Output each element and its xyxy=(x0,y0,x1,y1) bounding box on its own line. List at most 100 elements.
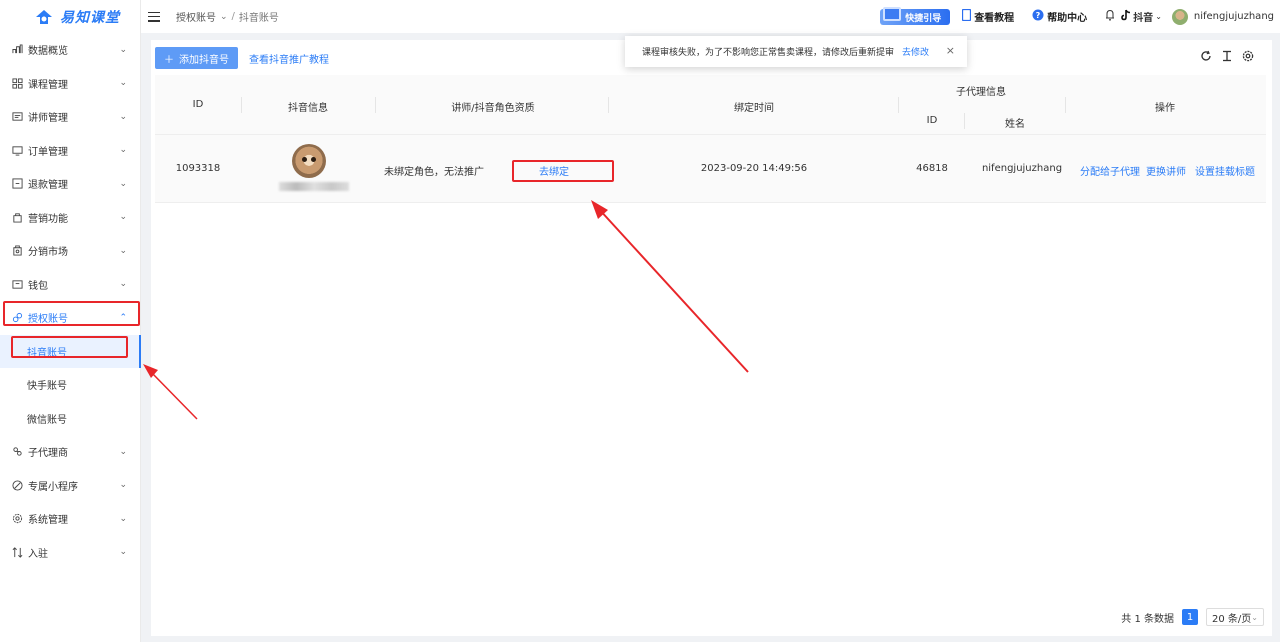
help-center-label: 帮助中心 xyxy=(1047,13,1088,24)
notice-popup: 课程审核失败，为了不影响您正常售卖课程，请修改后重新提审 去修改 × xyxy=(625,36,967,67)
gear-icon[interactable] xyxy=(1242,50,1254,65)
notice-fix-link[interactable]: 去修改 xyxy=(902,45,929,58)
avatar xyxy=(1171,8,1188,25)
douyin-tutorial-link[interactable]: 查看抖音推广教程 xyxy=(249,51,329,66)
sidebar-item-marketing[interactable]: 营销功能 ⌄ xyxy=(0,201,141,235)
bind-role-link[interactable]: 去绑定 xyxy=(515,163,593,178)
col-header-actions: 操作 xyxy=(1155,103,1175,114)
sidebar-item-join[interactable]: 入驻 ⌄ xyxy=(0,536,141,570)
refund-icon xyxy=(11,178,23,190)
sidebar-item-label: 数据概览 xyxy=(28,46,68,58)
set-mount-title-link[interactable]: 设置挂载标题 xyxy=(1195,163,1255,178)
refresh-icon[interactable] xyxy=(1200,50,1212,65)
sidebar-item-miniapp[interactable]: 专属小程序 ⌄ xyxy=(0,469,141,503)
breadcrumb-separator: / xyxy=(231,11,235,22)
col-header-douyin-info: 抖音信息 xyxy=(288,103,328,114)
chevron-down-icon: ⌄ xyxy=(119,245,127,256)
order-icon xyxy=(11,144,23,156)
chevron-down-icon: ⌄ xyxy=(119,111,127,122)
help-icon: ? xyxy=(1032,9,1044,24)
sidebar-subitem-wechat[interactable]: 微信账号 xyxy=(0,402,141,436)
platform-switcher[interactable]: 抖音 ⌄ xyxy=(1121,9,1162,24)
sidebar-subitem-douyin[interactable]: 抖音账号 xyxy=(0,334,141,368)
link-icon xyxy=(11,312,23,324)
sidebar-item-system[interactable]: 系统管理 ⌄ xyxy=(0,502,141,536)
quick-guide-label: 快捷引导 xyxy=(905,13,942,24)
chevron-down-icon: ⌄ xyxy=(119,212,127,223)
breadcrumb-parent[interactable]: 授权账号 xyxy=(176,9,216,24)
sidebar-item-label: 订单管理 xyxy=(28,146,68,158)
sidebar-item-market[interactable]: 分销市场 ⌄ xyxy=(0,234,141,268)
chevron-down-icon: ⌄ xyxy=(119,480,127,491)
sidebar-item-wallet[interactable]: 钱包 ⌄ xyxy=(0,268,141,302)
sidebar-item-label: 讲师管理 xyxy=(28,113,68,125)
accounts-table: ID 抖音信息 讲师/抖音角色资质 绑定时间 子代理信息 ID 姓名 操作 10… xyxy=(155,75,1266,203)
chevron-down-icon: ⌄ xyxy=(119,513,127,524)
cell-bind-time: 2023-09-20 14:49:56 xyxy=(700,163,808,174)
cell-sub-agent-id: 46818 xyxy=(916,163,948,174)
chevron-down-icon: ⌄ xyxy=(1155,12,1162,21)
sidebar-item-label: 子代理商 xyxy=(28,448,68,460)
plus-icon: ＋ xyxy=(164,54,174,66)
sidebar-item-orders[interactable]: 订单管理 ⌄ xyxy=(0,134,141,168)
tutorial-link[interactable]: 查看教程 xyxy=(962,8,1015,24)
sidebar-item-teachers[interactable]: 讲师管理 ⌄ xyxy=(0,100,141,134)
page-size-value: 20 条/页 xyxy=(1212,613,1252,625)
sidebar-item-label: 营销功能 xyxy=(28,213,68,225)
main-content: ＋ 添加抖音号 查看抖音推广教程 课程审核失败，为了不影响您正常售卖课程，请修改… xyxy=(151,36,1272,636)
page-size-select[interactable]: 20 条/页 ⌄ xyxy=(1206,608,1264,626)
sidebar-subitem-kuaishou[interactable]: 快手账号 xyxy=(0,368,141,402)
add-douyin-button[interactable]: ＋ 添加抖音号 xyxy=(155,47,238,69)
marketing-icon xyxy=(11,211,23,223)
column-height-icon[interactable] xyxy=(1221,50,1233,65)
sidebar-item-sub-agents[interactable]: 子代理商 ⌄ xyxy=(0,435,141,469)
add-douyin-label: 添加抖音号 xyxy=(179,54,229,66)
agent-icon xyxy=(11,446,23,458)
menu-toggle-icon[interactable] xyxy=(148,11,160,22)
logo-text: 易知课堂 xyxy=(60,9,120,26)
phone-icon xyxy=(962,8,972,24)
sidebar-item-label: 课程管理 xyxy=(28,79,68,91)
cell-id: 1093318 xyxy=(175,163,221,174)
chevron-up-icon: ⌃ xyxy=(119,312,127,323)
dashboard-icon xyxy=(11,44,23,56)
logo-icon xyxy=(34,8,54,26)
sidebar-item-refunds[interactable]: 退款管理 ⌄ xyxy=(0,167,141,201)
chevron-down-icon: ⌄ xyxy=(119,446,127,457)
help-center-link[interactable]: ? 帮助中心 xyxy=(1032,9,1087,24)
sidebar-item-auth-accounts[interactable]: 授权账号 ⌃ xyxy=(0,301,141,335)
table-tools xyxy=(1200,50,1254,65)
close-icon[interactable]: × xyxy=(946,44,955,57)
col-divider xyxy=(375,97,376,113)
table-row: 1093318 未绑定角色，无法推广 去绑定 2023-09-20 14:49:… xyxy=(155,135,1266,203)
sidebar-item-label: 钱包 xyxy=(28,280,48,292)
assign-sub-agent-link[interactable]: 分配给子代理 xyxy=(1080,163,1140,178)
chevron-down-icon: ⌄ xyxy=(220,11,228,22)
quick-guide-button[interactable]: 快捷引导 xyxy=(880,6,951,27)
tutorial-label: 查看教程 xyxy=(974,13,1015,24)
logo[interactable]: 易知课堂 xyxy=(0,0,140,33)
change-teacher-link[interactable]: 更换讲师 xyxy=(1146,163,1186,178)
header-actions: 快捷引导 查看教程 ? 帮助中心 抖音 ⌄ nifengjujuzhang xyxy=(880,0,1280,33)
sidebar-item-label: 专属小程序 xyxy=(28,481,78,493)
chevron-down-icon: ⌄ xyxy=(119,145,127,156)
chevron-down-icon: ⌄ xyxy=(119,78,127,89)
notice-message: 课程审核失败，为了不影响您正常售卖课程，请修改后重新提审 xyxy=(642,48,895,58)
cell-qualification-text: 未绑定角色，无法推广 xyxy=(384,167,484,178)
user-menu[interactable]: nifengjujuzhang xyxy=(1171,8,1274,25)
col-header-id: ID xyxy=(192,99,204,110)
sidebar-item-courses[interactable]: 课程管理 ⌄ xyxy=(0,67,141,101)
teacher-icon xyxy=(11,111,23,123)
col-divider xyxy=(898,97,899,113)
grid-icon xyxy=(11,77,23,89)
join-icon xyxy=(11,546,23,558)
sidebar-item-dashboard[interactable]: 数据概览 ⌄ xyxy=(0,33,141,67)
col-divider xyxy=(1065,97,1066,113)
cell-sub-agent-name: nifengjujuzhang xyxy=(981,163,1063,174)
sidebar: 易知课堂 数据概览 ⌄ 课程管理 ⌄ 讲师管理 ⌄ 订单管理 ⌄ 退款管理 ⌄ xyxy=(0,0,141,642)
bell-icon[interactable] xyxy=(1105,9,1115,24)
page-button-current[interactable]: 1 xyxy=(1182,609,1198,625)
chevron-down-icon: ⌄ xyxy=(119,279,127,290)
chevron-down-icon: ⌄ xyxy=(119,547,127,558)
breadcrumb-current: 抖音账号 xyxy=(238,13,279,24)
